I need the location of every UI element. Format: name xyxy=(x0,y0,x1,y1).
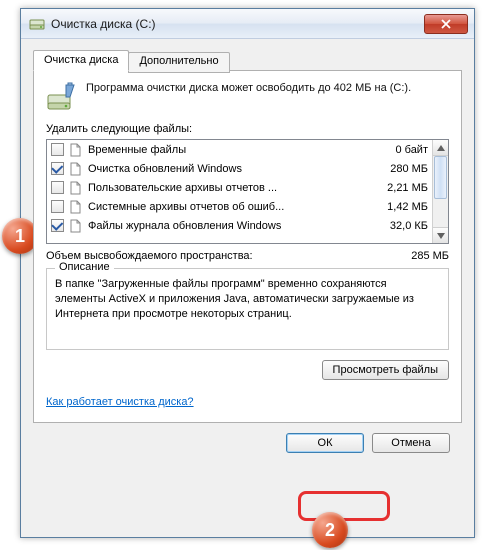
view-files-button[interactable]: Просмотреть файлы xyxy=(322,360,449,380)
file-icon xyxy=(69,162,83,176)
cancel-button[interactable]: Отмена xyxy=(372,433,450,453)
file-icon xyxy=(69,200,83,214)
checkbox[interactable] xyxy=(51,181,64,194)
scroll-down-icon[interactable] xyxy=(433,227,448,243)
tab-advanced[interactable]: Дополнительно xyxy=(128,52,229,73)
description-group: Описание В папке "Загруженные файлы прог… xyxy=(46,268,449,350)
item-size: 1,42 МБ xyxy=(381,201,428,213)
delete-files-label: Удалить следующие файлы: xyxy=(46,123,449,135)
item-label: Системные архивы отчетов об ошиб... xyxy=(88,201,381,213)
cleanup-icon xyxy=(46,81,78,113)
item-size: 280 МБ xyxy=(384,163,428,175)
item-label: Временные файлы xyxy=(88,144,389,156)
close-button[interactable] xyxy=(424,14,468,34)
intro-text: Программа очистки диска может освободить… xyxy=(86,81,449,96)
checkbox[interactable] xyxy=(51,162,64,175)
list-item[interactable]: Файлы журнала обновления Windows32,0 КБ xyxy=(47,216,432,235)
list-item[interactable]: Пользовательские архивы отчетов ...2,21 … xyxy=(47,178,432,197)
list-item[interactable]: Временные файлы0 байт xyxy=(47,140,432,159)
files-listbox[interactable]: Временные файлы0 байтОчистка обновлений … xyxy=(46,139,449,244)
item-label: Пользовательские архивы отчетов ... xyxy=(88,182,381,194)
window-title: Очистка диска (C:) xyxy=(51,17,424,31)
list-item[interactable]: Системные архивы отчетов об ошиб...1,42 … xyxy=(47,197,432,216)
button-label: Отмена xyxy=(391,437,430,449)
tab-label: Очистка диска xyxy=(44,54,118,66)
item-label: Очистка обновлений Windows xyxy=(88,163,384,175)
close-icon xyxy=(441,19,451,29)
link-text: Как работает очистка диска? xyxy=(46,396,194,408)
item-size: 0 байт xyxy=(389,144,428,156)
description-title: Описание xyxy=(55,261,114,273)
help-link[interactable]: Как работает очистка диска? xyxy=(46,396,194,408)
scroll-up-icon[interactable] xyxy=(433,140,448,156)
checkbox[interactable] xyxy=(51,200,64,213)
item-label: Файлы журнала обновления Windows xyxy=(88,220,384,232)
file-icon xyxy=(69,181,83,195)
tab-cleanup[interactable]: Очистка диска xyxy=(33,50,129,71)
item-size: 2,21 МБ xyxy=(381,182,428,194)
description-body: В папке "Загруженные файлы программ" вре… xyxy=(55,277,440,339)
tab-label: Дополнительно xyxy=(139,55,218,67)
ok-button[interactable]: ОК xyxy=(286,433,364,453)
file-icon xyxy=(69,219,83,233)
file-icon xyxy=(69,143,83,157)
tab-panel-cleanup: Программа очистки диска может освободить… xyxy=(33,70,462,423)
item-size: 32,0 КБ xyxy=(384,220,428,232)
checkbox[interactable] xyxy=(51,219,64,232)
button-label: ОК xyxy=(318,437,333,449)
drive-icon xyxy=(29,16,45,32)
scroll-thumb[interactable] xyxy=(434,156,447,199)
button-label: Просмотреть файлы xyxy=(333,364,438,376)
titlebar: Очистка диска (C:) xyxy=(21,9,474,39)
disk-cleanup-dialog: Очистка диска (C:) Очистка диска Дополни… xyxy=(20,8,475,538)
total-value: 285 МБ xyxy=(411,250,449,262)
tab-strip: Очистка диска Дополнительно xyxy=(33,50,462,71)
list-item[interactable]: Очистка обновлений Windows280 МБ xyxy=(47,159,432,178)
checkbox[interactable] xyxy=(51,143,64,156)
scrollbar[interactable] xyxy=(432,140,448,243)
